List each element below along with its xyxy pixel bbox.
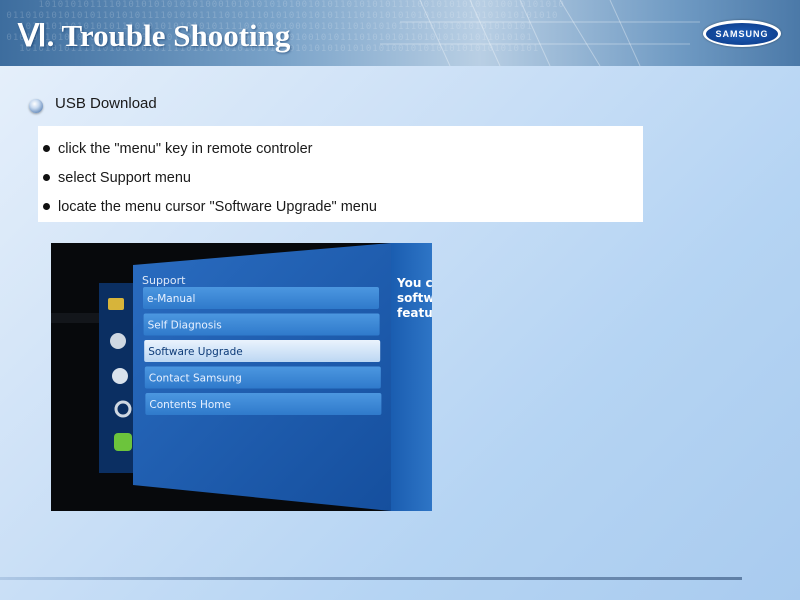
section-heading: USB Download bbox=[55, 95, 157, 112]
bullet-dot-icon bbox=[43, 145, 50, 152]
menu-item-label: e-Manual bbox=[147, 293, 195, 305]
step-item: locate the menu cursor "Software Upgrade… bbox=[41, 192, 643, 221]
media-icon bbox=[108, 298, 124, 310]
tv-screen-photo: Support e-Manual Self Diagnosis Software U… bbox=[51, 243, 432, 511]
title-banner: 1010101011110101010101010100010101010101… bbox=[0, 0, 800, 66]
tv-menu-illustration: Support e-Manual Self Diagnosis Software U… bbox=[51, 243, 432, 511]
sphere-bullet-icon bbox=[29, 99, 43, 113]
instruction-box: click the "menu" key in remote controler… bbox=[38, 126, 643, 222]
menu-item-label: Self Diagnosis bbox=[148, 320, 222, 332]
side-text-line: featur bbox=[397, 306, 432, 320]
step-text: click the "menu" key in remote controler bbox=[58, 140, 313, 157]
clock-icon bbox=[112, 368, 128, 384]
step-item: select Support menu bbox=[41, 163, 643, 192]
side-text-line: You ca bbox=[396, 276, 432, 290]
menu-header: Support bbox=[142, 274, 186, 287]
samsung-logo: SAMSUNG bbox=[703, 20, 781, 47]
logo-text: SAMSUNG bbox=[715, 28, 769, 39]
side-text-line: softwa bbox=[397, 291, 432, 305]
bullet-dot-icon bbox=[43, 203, 50, 210]
footer-divider bbox=[0, 577, 742, 580]
globe-icon bbox=[110, 333, 126, 349]
help-icon bbox=[114, 433, 132, 451]
bullet-dot-icon bbox=[43, 174, 50, 181]
page-title: Ⅵ. Trouble Shooting bbox=[18, 18, 291, 53]
step-item: click the "menu" key in remote controler bbox=[41, 134, 643, 163]
step-text: select Support menu bbox=[58, 169, 191, 186]
step-text: locate the menu cursor "Software Upgrade… bbox=[58, 198, 377, 215]
menu-item-label: Contact Samsung bbox=[149, 373, 242, 385]
menu-item-label: Contents Home bbox=[149, 399, 231, 411]
menu-item-label: Software Upgrade bbox=[148, 346, 243, 358]
